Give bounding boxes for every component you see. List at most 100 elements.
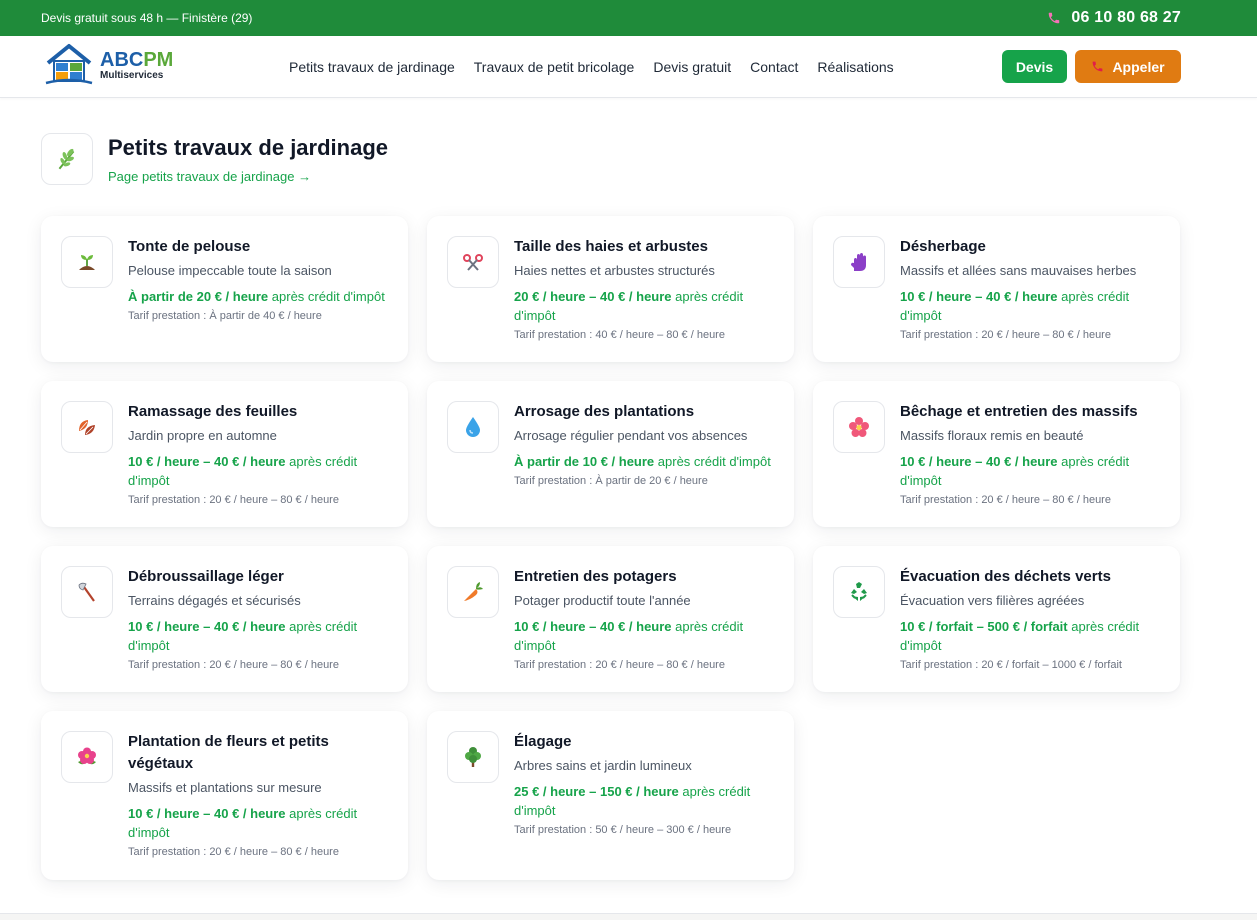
service-card-potagers[interactable]: Entretien des potagers Potager productif… bbox=[427, 546, 794, 692]
section-title: Petits travaux de jardinage bbox=[108, 135, 388, 160]
service-card-plantation[interactable]: Plantation de fleurs et petits végétaux … bbox=[41, 711, 408, 880]
brand-subtitle: Multiservices bbox=[100, 69, 164, 81]
service-price: 20 € / heure – 40 € / heure après crédit… bbox=[514, 289, 744, 323]
service-card-bechage[interactable]: Bêchage et entretien des massifs Massifs… bbox=[813, 381, 1180, 527]
service-price: À partir de 10 € / heure après crédit d'… bbox=[514, 454, 771, 469]
herb-icon bbox=[58, 148, 75, 170]
glove-icon bbox=[851, 253, 866, 271]
service-tarif: Tarif prestation : 20 € / heure – 80 € /… bbox=[900, 329, 1111, 341]
service-price: 10 € / heure – 40 € / heure après crédit… bbox=[900, 454, 1130, 488]
main-navigation: ABCPM Multiservices Petits travaux de ja… bbox=[0, 36, 1257, 98]
service-icon-box bbox=[833, 401, 885, 453]
service-description: Arrosage régulier pendant vos absences bbox=[514, 428, 748, 443]
service-price: 10 € / heure – 40 € / heure après crédit… bbox=[900, 289, 1130, 323]
service-icon-box bbox=[61, 401, 113, 453]
service-tarif: Tarif prestation : 20 € / heure – 80 € /… bbox=[514, 659, 725, 671]
service-description: Évacuation vers filières agréées bbox=[900, 593, 1085, 608]
devis-button[interactable]: Devis bbox=[1002, 50, 1067, 83]
service-title: Élagage bbox=[514, 733, 572, 750]
service-icon-box bbox=[447, 731, 499, 783]
service-icon-box bbox=[447, 401, 499, 453]
service-icon-box bbox=[833, 236, 885, 288]
service-icon-box bbox=[447, 566, 499, 618]
nav-link-bricolage[interactable]: Travaux de petit bricolage bbox=[474, 59, 635, 75]
top-bar-tagline: Devis gratuit sous 48 h — Finistère (29) bbox=[41, 11, 253, 25]
service-title: Entretien des potagers bbox=[514, 568, 677, 585]
service-description: Potager productif toute l'année bbox=[514, 593, 691, 608]
service-description: Massifs floraux remis en beauté bbox=[900, 428, 1084, 443]
service-price: 10 € / heure – 40 € / heure après crédit… bbox=[128, 619, 358, 653]
service-icon-box bbox=[447, 236, 499, 288]
service-card-dechets-verts[interactable]: Évacuation des déchets verts Évacuation … bbox=[813, 546, 1180, 692]
top-bar-phone[interactable]: 06 10 80 68 27 bbox=[1047, 9, 1181, 27]
water-drop-icon bbox=[466, 417, 480, 437]
nav-link-contact[interactable]: Contact bbox=[750, 59, 798, 75]
leaves-icon bbox=[79, 420, 95, 435]
service-title: Plantation de fleurs et petits végétaux bbox=[128, 733, 329, 772]
service-title: Bêchage et entretien des massifs bbox=[900, 403, 1138, 420]
call-button-label: Appeler bbox=[1112, 58, 1165, 75]
house-logo-icon bbox=[45, 44, 93, 85]
service-description: Massifs et plantations sur mesure bbox=[128, 780, 322, 795]
service-icon-box bbox=[61, 236, 113, 288]
service-description: Terrains dégagés et sécurisés bbox=[128, 593, 301, 608]
service-tarif: Tarif prestation : 20 € / heure – 80 € /… bbox=[128, 846, 339, 858]
service-title: Tonte de pelouse bbox=[128, 238, 251, 255]
service-description: Arbres sains et jardin lumineux bbox=[514, 758, 692, 773]
service-price: 10 € / forfait – 500 € / forfait après c… bbox=[900, 619, 1140, 653]
service-card-ramassage[interactable]: Ramassage des feuilles Jardin propre en … bbox=[41, 381, 408, 527]
service-icon-box bbox=[833, 566, 885, 618]
service-card-debroussaillage[interactable]: Débroussaillage léger Terrains dégagés e… bbox=[41, 546, 408, 692]
brand-name-part2: PM bbox=[143, 48, 174, 71]
service-tarif: Tarif prestation : 40 € / heure – 80 € /… bbox=[514, 329, 725, 341]
service-tarif: Tarif prestation : 20 € / heure – 80 € /… bbox=[128, 494, 339, 506]
carrot-icon bbox=[464, 582, 483, 601]
service-tarif: Tarif prestation : 20 € / heure – 80 € /… bbox=[128, 659, 339, 671]
service-card-taille-haies[interactable]: Taille des haies et arbustes Haies nette… bbox=[427, 216, 794, 362]
flower-icon bbox=[849, 417, 869, 437]
service-title: Taille des haies et arbustes bbox=[514, 238, 708, 255]
service-tarif: Tarif prestation : 20 € / forfait – 1000… bbox=[900, 659, 1122, 671]
service-tarif: Tarif prestation : 20 € / heure – 80 € /… bbox=[900, 494, 1111, 506]
service-tarif: Tarif prestation : À partir de 40 € / he… bbox=[128, 310, 322, 322]
herb-icon-box bbox=[41, 133, 93, 185]
hibiscus-icon bbox=[78, 747, 96, 765]
service-tarif: Tarif prestation : 50 € / heure – 300 € … bbox=[514, 824, 732, 836]
phone-number: 06 10 80 68 27 bbox=[1071, 9, 1181, 26]
service-title: Désherbage bbox=[900, 238, 986, 255]
recycle-icon bbox=[851, 582, 867, 601]
service-title: Ramassage des feuilles bbox=[128, 403, 298, 420]
service-icon-box bbox=[61, 731, 113, 783]
service-price: 10 € / heure – 40 € / heure après crédit… bbox=[128, 454, 358, 488]
scissors-icon bbox=[463, 254, 483, 271]
nav-menu: Petits travaux de jardinage Travaux de p… bbox=[289, 36, 894, 97]
section-header: Petits travaux de jardinage Page petits … bbox=[41, 133, 388, 185]
service-description: Jardin propre en automne bbox=[128, 428, 277, 443]
call-button[interactable]: Appeler bbox=[1075, 50, 1181, 83]
service-description: Massifs et allées sans mauvaises herbes bbox=[900, 263, 1137, 278]
service-card-arrosage[interactable]: Arrosage des plantations Arrosage réguli… bbox=[427, 381, 794, 527]
phone-icon bbox=[1093, 61, 1103, 72]
axe-icon bbox=[78, 582, 95, 602]
seedling-icon bbox=[79, 255, 95, 270]
section-page-link[interactable]: Page petits travaux de jardinage → bbox=[108, 169, 388, 184]
nav-link-devis[interactable]: Devis gratuit bbox=[653, 59, 731, 75]
service-description: Haies nettes et arbustes structurés bbox=[514, 263, 715, 278]
footer-divider bbox=[0, 913, 1257, 920]
service-card-elagage[interactable]: Élagage Arbres sains et jardin lumineux … bbox=[427, 711, 794, 880]
service-card-desherbage[interactable]: Désherbage Massifs et allées sans mauvai… bbox=[813, 216, 1180, 362]
service-price: 10 € / heure – 40 € / heure après crédit… bbox=[128, 806, 358, 840]
service-title: Évacuation des déchets verts bbox=[900, 568, 1111, 585]
service-icon-box bbox=[61, 566, 113, 618]
brand-logo[interactable]: ABCPM Multiservices bbox=[44, 43, 173, 87]
nav-link-jardinage[interactable]: Petits travaux de jardinage bbox=[289, 59, 455, 75]
service-price: 25 € / heure – 150 € / heure après crédi… bbox=[514, 784, 751, 818]
service-card-tonte[interactable]: Tonte de pelouse Pelouse impeccable tout… bbox=[41, 216, 408, 362]
service-title: Arrosage des plantations bbox=[514, 403, 695, 420]
phone-icon bbox=[1049, 12, 1060, 24]
top-bar: Devis gratuit sous 48 h — Finistère (29)… bbox=[0, 0, 1257, 36]
tree-icon bbox=[465, 747, 481, 767]
nav-link-realisations[interactable]: Réalisations bbox=[817, 59, 893, 75]
service-title: Débroussaillage léger bbox=[128, 568, 284, 585]
service-description: Pelouse impeccable toute la saison bbox=[128, 263, 332, 278]
